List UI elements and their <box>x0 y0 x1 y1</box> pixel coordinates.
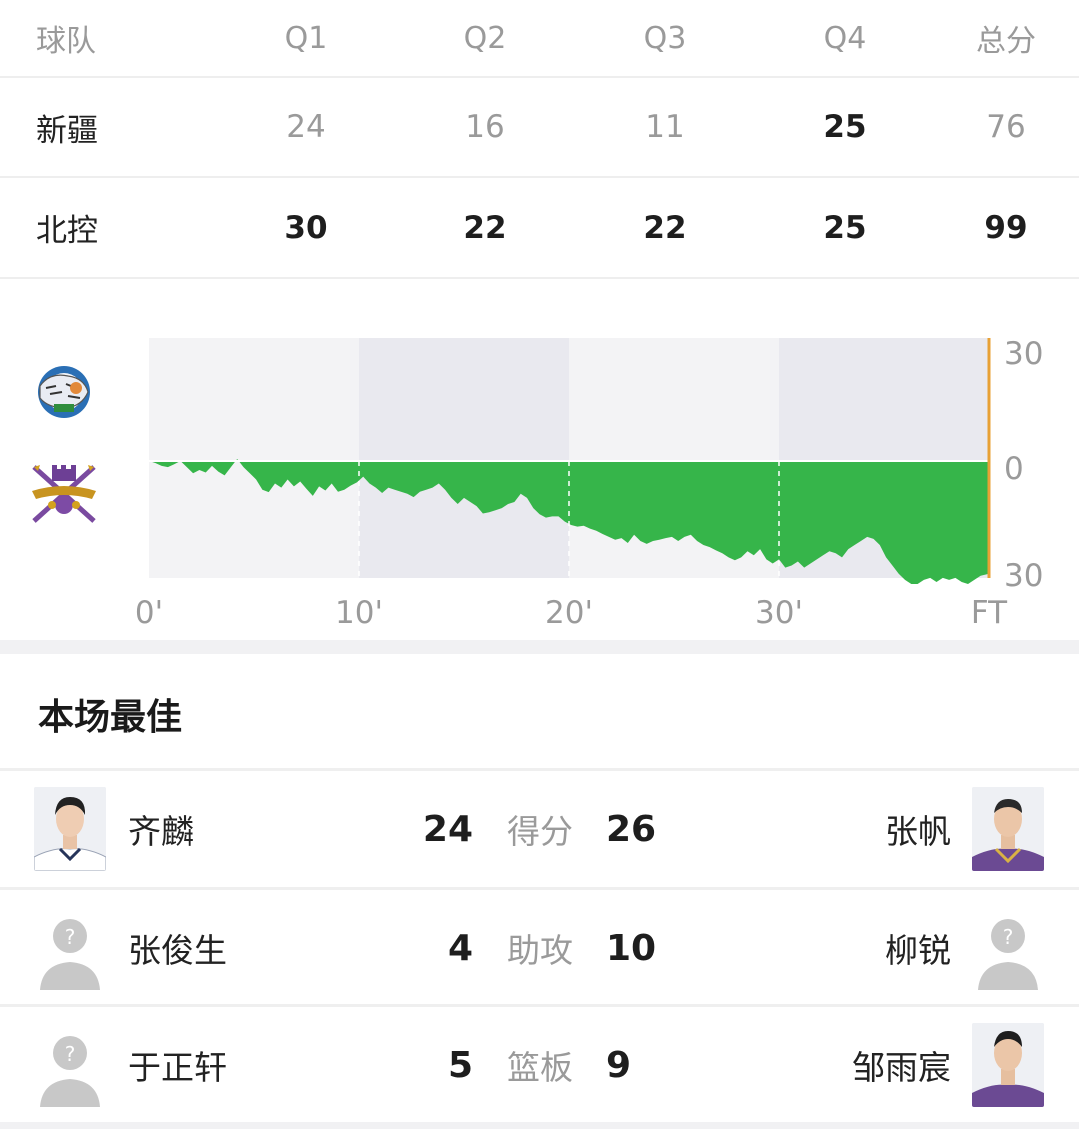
score-q2: 16 <box>465 109 505 145</box>
header-q3: Q3 <box>643 20 687 56</box>
y-tick-label: 30 <box>1004 558 1043 594</box>
best-players-title: 本场最佳 <box>38 697 183 738</box>
stat-value-left: 24 <box>422 808 473 850</box>
x-tick-label: 30' <box>755 595 803 631</box>
score-total: 99 <box>984 209 1028 246</box>
score-q1: 30 <box>284 209 328 246</box>
score-table-header: 球队 Q1 Q2 Q3 Q4 总分 <box>0 0 1079 78</box>
player-name-left[interactable]: 于正轩 <box>128 1007 227 1123</box>
question-person-icon[interactable]: ? <box>34 906 106 990</box>
team-name: 北控 <box>36 213 98 249</box>
x-tick-label: FT <box>971 595 1008 631</box>
svg-text:?: ? <box>65 1042 76 1066</box>
player-name-right[interactable]: 张帆 <box>885 771 951 887</box>
section-divider <box>0 640 1079 654</box>
quarter-band <box>149 338 359 578</box>
x-tick-label: 0' <box>135 595 163 631</box>
stat-value-right: 10 <box>606 927 657 969</box>
player-name-right[interactable]: 邹雨宸 <box>852 1007 951 1123</box>
score-q4: 25 <box>823 209 867 246</box>
x-tick-label: 20' <box>545 595 593 631</box>
header-q2: Q2 <box>463 20 507 56</box>
score-row-home[interactable]: 新疆 24 16 11 25 76 <box>0 78 1079 178</box>
svg-text:?: ? <box>1003 925 1014 949</box>
header-total: 总分 <box>976 24 1036 59</box>
y-tick-label: 30 <box>1004 336 1043 372</box>
player-avatar-right[interactable] <box>972 787 1044 871</box>
stat-label: 篮板 <box>507 1048 573 1087</box>
score-q3: 11 <box>645 109 685 145</box>
header-team: 球队 <box>36 24 96 59</box>
team-name: 新疆 <box>36 112 98 149</box>
player-avatar-right[interactable] <box>972 1023 1044 1107</box>
player-name-right[interactable]: 柳锐 <box>885 890 951 1006</box>
quarter-band <box>359 338 569 578</box>
score-margin-chart: 30 0 30 0' 10' 20' 30' FT <box>0 280 1079 640</box>
stat-value-left: 5 <box>447 1044 473 1086</box>
player-name-left[interactable]: 张俊生 <box>128 890 227 1006</box>
score-q3: 22 <box>643 209 687 246</box>
best-rebounds-row[interactable]: ? 于正轩 5 篮板 9 邹雨宸 <box>0 1007 1079 1123</box>
score-total: 76 <box>986 109 1026 145</box>
stat-value-right: 9 <box>606 1044 632 1086</box>
y-tick-label: 0 <box>1004 451 1024 487</box>
player-avatar-left[interactable] <box>34 787 106 871</box>
stat-label: 助攻 <box>507 931 573 970</box>
stat-value-left: 4 <box>447 927 473 969</box>
question-person-icon[interactable]: ? <box>34 1023 106 1107</box>
stat-label: 得分 <box>507 812 573 851</box>
score-row-away[interactable]: 北控 30 22 22 25 99 <box>0 178 1079 279</box>
x-tick-label: 10' <box>335 595 383 631</box>
player-name-left[interactable]: 齐麟 <box>128 771 194 887</box>
question-person-icon[interactable]: ? <box>972 906 1044 990</box>
score-q2: 22 <box>463 209 507 246</box>
header-q4: Q4 <box>823 20 867 56</box>
bottom-divider <box>0 1122 1079 1129</box>
game-summary: 球队 Q1 Q2 Q3 Q4 总分 新疆 24 16 11 25 76 北控 3… <box>0 0 1079 1129</box>
best-assists-row[interactable]: ? 张俊生 4 助攻 10 柳锐 ? <box>0 890 1079 1006</box>
svg-text:?: ? <box>65 925 76 949</box>
best-points-row[interactable]: 齐麟 24 得分 26 张帆 <box>0 771 1079 887</box>
score-q1: 24 <box>286 109 326 145</box>
margin-chart-canvas: 30 0 30 0' 10' 20' 30' FT <box>135 336 1044 631</box>
header-q1: Q1 <box>284 20 328 56</box>
stat-value-right: 26 <box>606 808 657 850</box>
score-q4: 25 <box>823 109 867 145</box>
